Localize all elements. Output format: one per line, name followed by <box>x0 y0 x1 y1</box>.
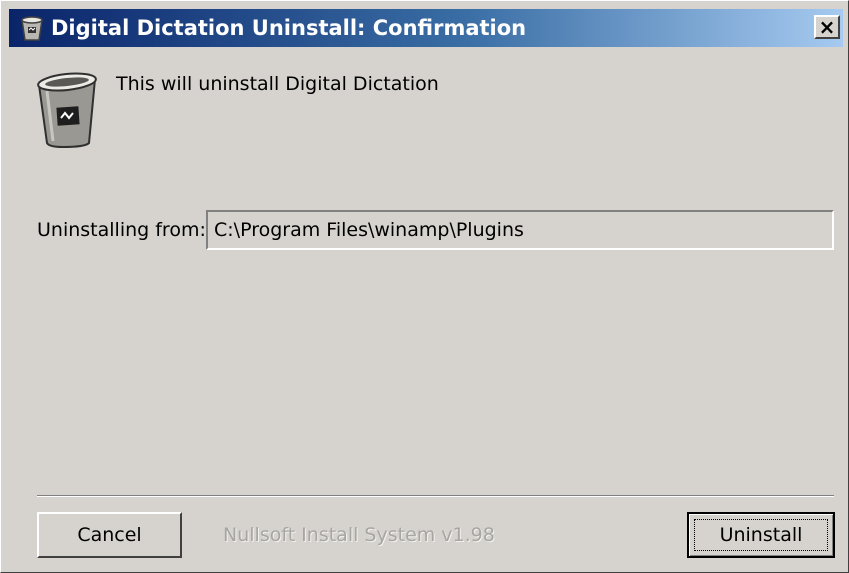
installer-branding: Nullsoft Install System v1.98 <box>223 524 495 546</box>
close-icon: × <box>818 15 836 39</box>
cancel-button-label: Cancel <box>77 524 142 546</box>
window-title: Digital Dictation Uninstall: Confirmatio… <box>51 16 527 40</box>
recycle-bin-icon <box>37 72 97 149</box>
uninstall-button[interactable]: Uninstall <box>687 512 835 558</box>
uninstall-dialog: Digital Dictation Uninstall: Confirmatio… <box>0 0 849 573</box>
cancel-button[interactable]: Cancel <box>37 512 182 558</box>
install-path-field[interactable]: C:\Program Files\winamp\Plugins <box>206 210 834 250</box>
close-button[interactable]: × <box>814 15 840 39</box>
recycle-bin-icon <box>21 16 43 41</box>
uninstall-button-label: Uninstall <box>719 524 803 546</box>
title-bar[interactable]: Digital Dictation Uninstall: Confirmatio… <box>9 9 843 47</box>
uninstalling-from-label: Uninstalling from: <box>37 219 206 241</box>
footer-divider <box>37 495 834 497</box>
confirmation-message: This will uninstall Digital Dictation <box>116 73 439 95</box>
